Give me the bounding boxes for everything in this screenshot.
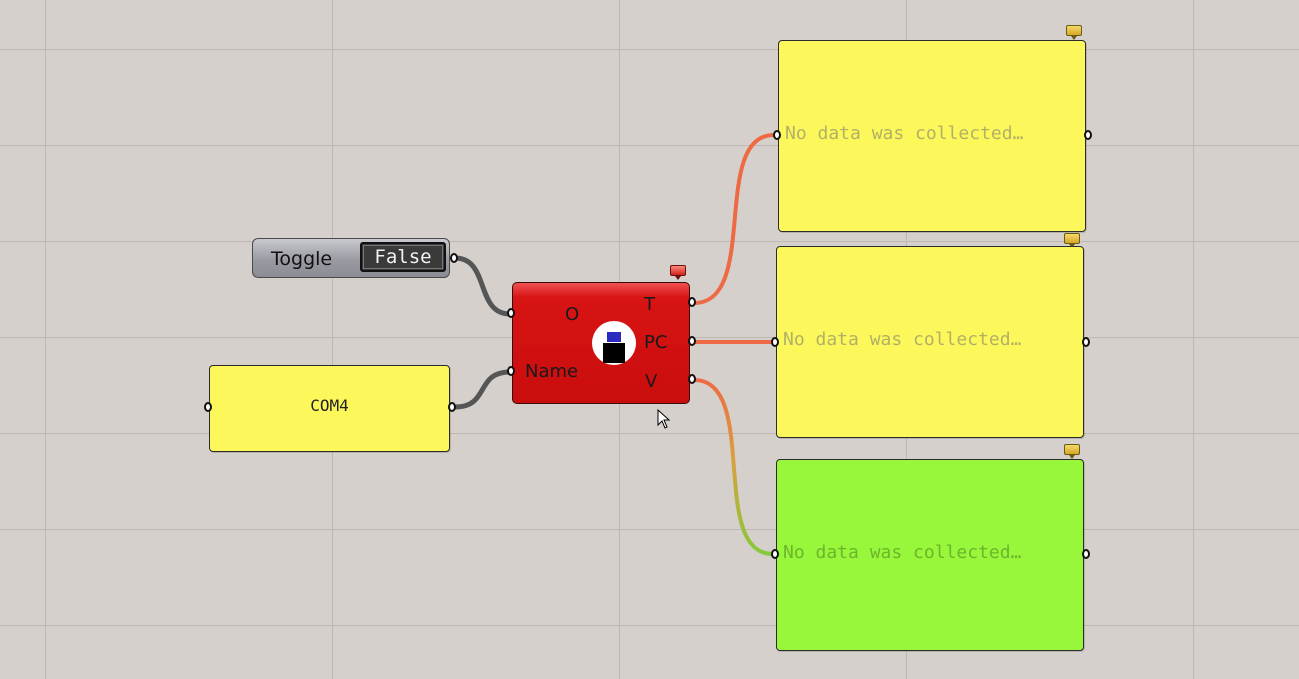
toggle-label: Toggle (271, 248, 333, 270)
output-pc-label: PC (644, 332, 668, 353)
output-grip[interactable] (450, 253, 458, 263)
output-panel-3[interactable]: No data was collected… (771, 459, 1090, 651)
wire-toggle-to-o[interactable] (454, 255, 511, 317)
com-panel[interactable]: COM4 (204, 365, 456, 452)
wire-t-to-panel-1[interactable] (693, 133, 775, 305)
input-grip[interactable] (204, 402, 212, 412)
warning-flag-icon (670, 265, 686, 280)
serial-read-component[interactable]: O Name T PC V (507, 282, 696, 404)
panel-flag-icon (1064, 444, 1080, 459)
mouse-cursor-icon (657, 409, 671, 429)
input-grip[interactable] (773, 130, 781, 140)
output-grip-v[interactable] (688, 374, 696, 384)
panel-text: No data was collected… (783, 329, 1022, 350)
output-panel-2[interactable]: No data was collected… (771, 246, 1090, 438)
input-grip-name[interactable] (507, 366, 515, 376)
wire-v-to-panel-3[interactable] (693, 378, 774, 556)
output-grip[interactable] (1082, 337, 1090, 347)
input-name-label: Name (525, 361, 579, 382)
output-grip[interactable] (1082, 549, 1090, 559)
output-grip-pc[interactable] (688, 336, 696, 346)
panel-flag-icon (1064, 233, 1080, 248)
input-grip-o[interactable] (507, 308, 515, 318)
output-grip[interactable] (448, 402, 456, 412)
panel-flag-icon (1066, 25, 1082, 40)
input-grip[interactable] (771, 337, 779, 347)
panel-text: No data was collected… (785, 123, 1024, 144)
input-grip[interactable] (771, 549, 779, 559)
input-o-label: O (565, 304, 580, 325)
output-panel-1[interactable]: No data was collected… (773, 40, 1092, 232)
output-t-label: T (644, 294, 655, 315)
com-panel-text: COM4 (310, 396, 349, 415)
serial-device-icon (592, 321, 636, 365)
output-grip[interactable] (1084, 130, 1092, 140)
output-grip-t[interactable] (688, 297, 696, 307)
panel-text: No data was collected… (783, 542, 1022, 563)
boolean-toggle[interactable]: Toggle False (252, 238, 458, 278)
toggle-value[interactable]: False (360, 242, 446, 272)
wire-com4-to-name[interactable] (454, 369, 511, 410)
output-v-label: V (645, 371, 658, 392)
